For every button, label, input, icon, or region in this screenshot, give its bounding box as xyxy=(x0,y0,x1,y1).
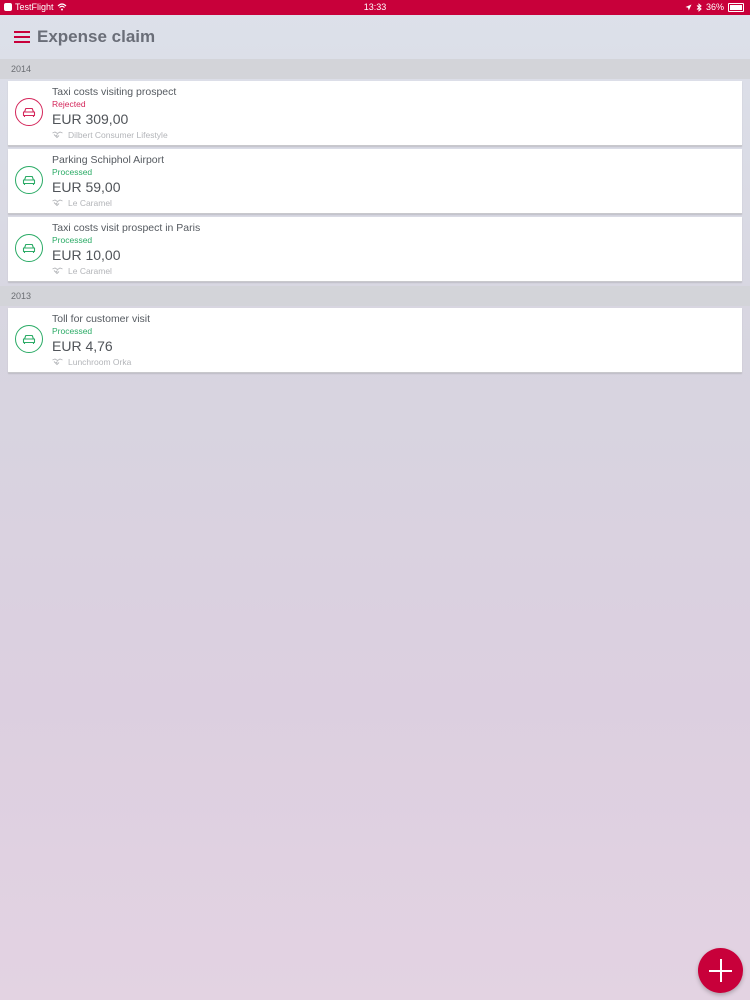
claim-client-row: Le Caramel xyxy=(52,266,112,276)
car-icon xyxy=(15,166,43,194)
location-icon xyxy=(685,4,692,10)
bluetooth-icon xyxy=(696,2,702,12)
claim-card[interactable]: Toll for customer visit Processed EUR 4,… xyxy=(8,308,742,373)
app-header: Expense claim xyxy=(0,15,750,59)
claim-card[interactable]: Taxi costs visit prospect in Paris Proce… xyxy=(8,217,742,282)
car-icon xyxy=(15,98,43,126)
page-title: Expense claim xyxy=(37,27,156,46)
status-bar: TestFlight 13:33 36% xyxy=(0,0,750,15)
battery-icon xyxy=(728,2,744,12)
car-icon xyxy=(15,234,43,262)
claim-amount: EUR 4,76 xyxy=(52,338,113,354)
claim-client: Le Caramel xyxy=(68,198,112,208)
claim-client: Dilbert Consumer Lifestyle xyxy=(68,130,168,140)
handshake-icon xyxy=(52,358,63,366)
claim-status: Rejected xyxy=(52,99,86,109)
claim-name: Toll for customer visit xyxy=(52,313,151,325)
claim-client-row: Dilbert Consumer Lifestyle xyxy=(52,130,168,140)
claim-amount: EUR 309,00 xyxy=(52,111,129,127)
battery-percent: 36% xyxy=(705,2,724,12)
claim-amount: EUR 10,00 xyxy=(52,247,121,263)
status-time: 13:33 xyxy=(363,2,387,12)
claim-status: Processed xyxy=(52,326,93,336)
section-header-2013: 2013 xyxy=(0,286,750,306)
claim-name: Parking Schiphol Airport xyxy=(52,154,165,166)
claim-client: Lunchroom Orka xyxy=(68,357,132,367)
menu-icon[interactable] xyxy=(14,31,30,43)
section-header-2014: 2014 xyxy=(0,59,750,79)
handshake-icon xyxy=(52,267,63,275)
claim-client-row: Le Caramel xyxy=(52,198,112,208)
claim-card[interactable]: Parking Schiphol Airport Processed EUR 5… xyxy=(8,149,742,214)
car-icon xyxy=(15,325,43,353)
add-claim-button[interactable] xyxy=(698,948,743,993)
claim-status: Processed xyxy=(52,235,93,245)
claim-card[interactable]: Taxi costs visiting prospect Rejected EU… xyxy=(8,81,742,146)
claim-amount: EUR 59,00 xyxy=(52,179,121,195)
status-bar-right: 36% xyxy=(685,2,744,12)
claim-status: Processed xyxy=(52,167,93,177)
claim-client-row: Lunchroom Orka xyxy=(52,357,131,367)
claim-name: Taxi costs visit prospect in Paris xyxy=(52,222,201,234)
claim-name: Taxi costs visiting prospect xyxy=(52,86,177,98)
claim-client: Le Caramel xyxy=(68,266,112,276)
handshake-icon xyxy=(52,131,63,139)
handshake-icon xyxy=(52,199,63,207)
